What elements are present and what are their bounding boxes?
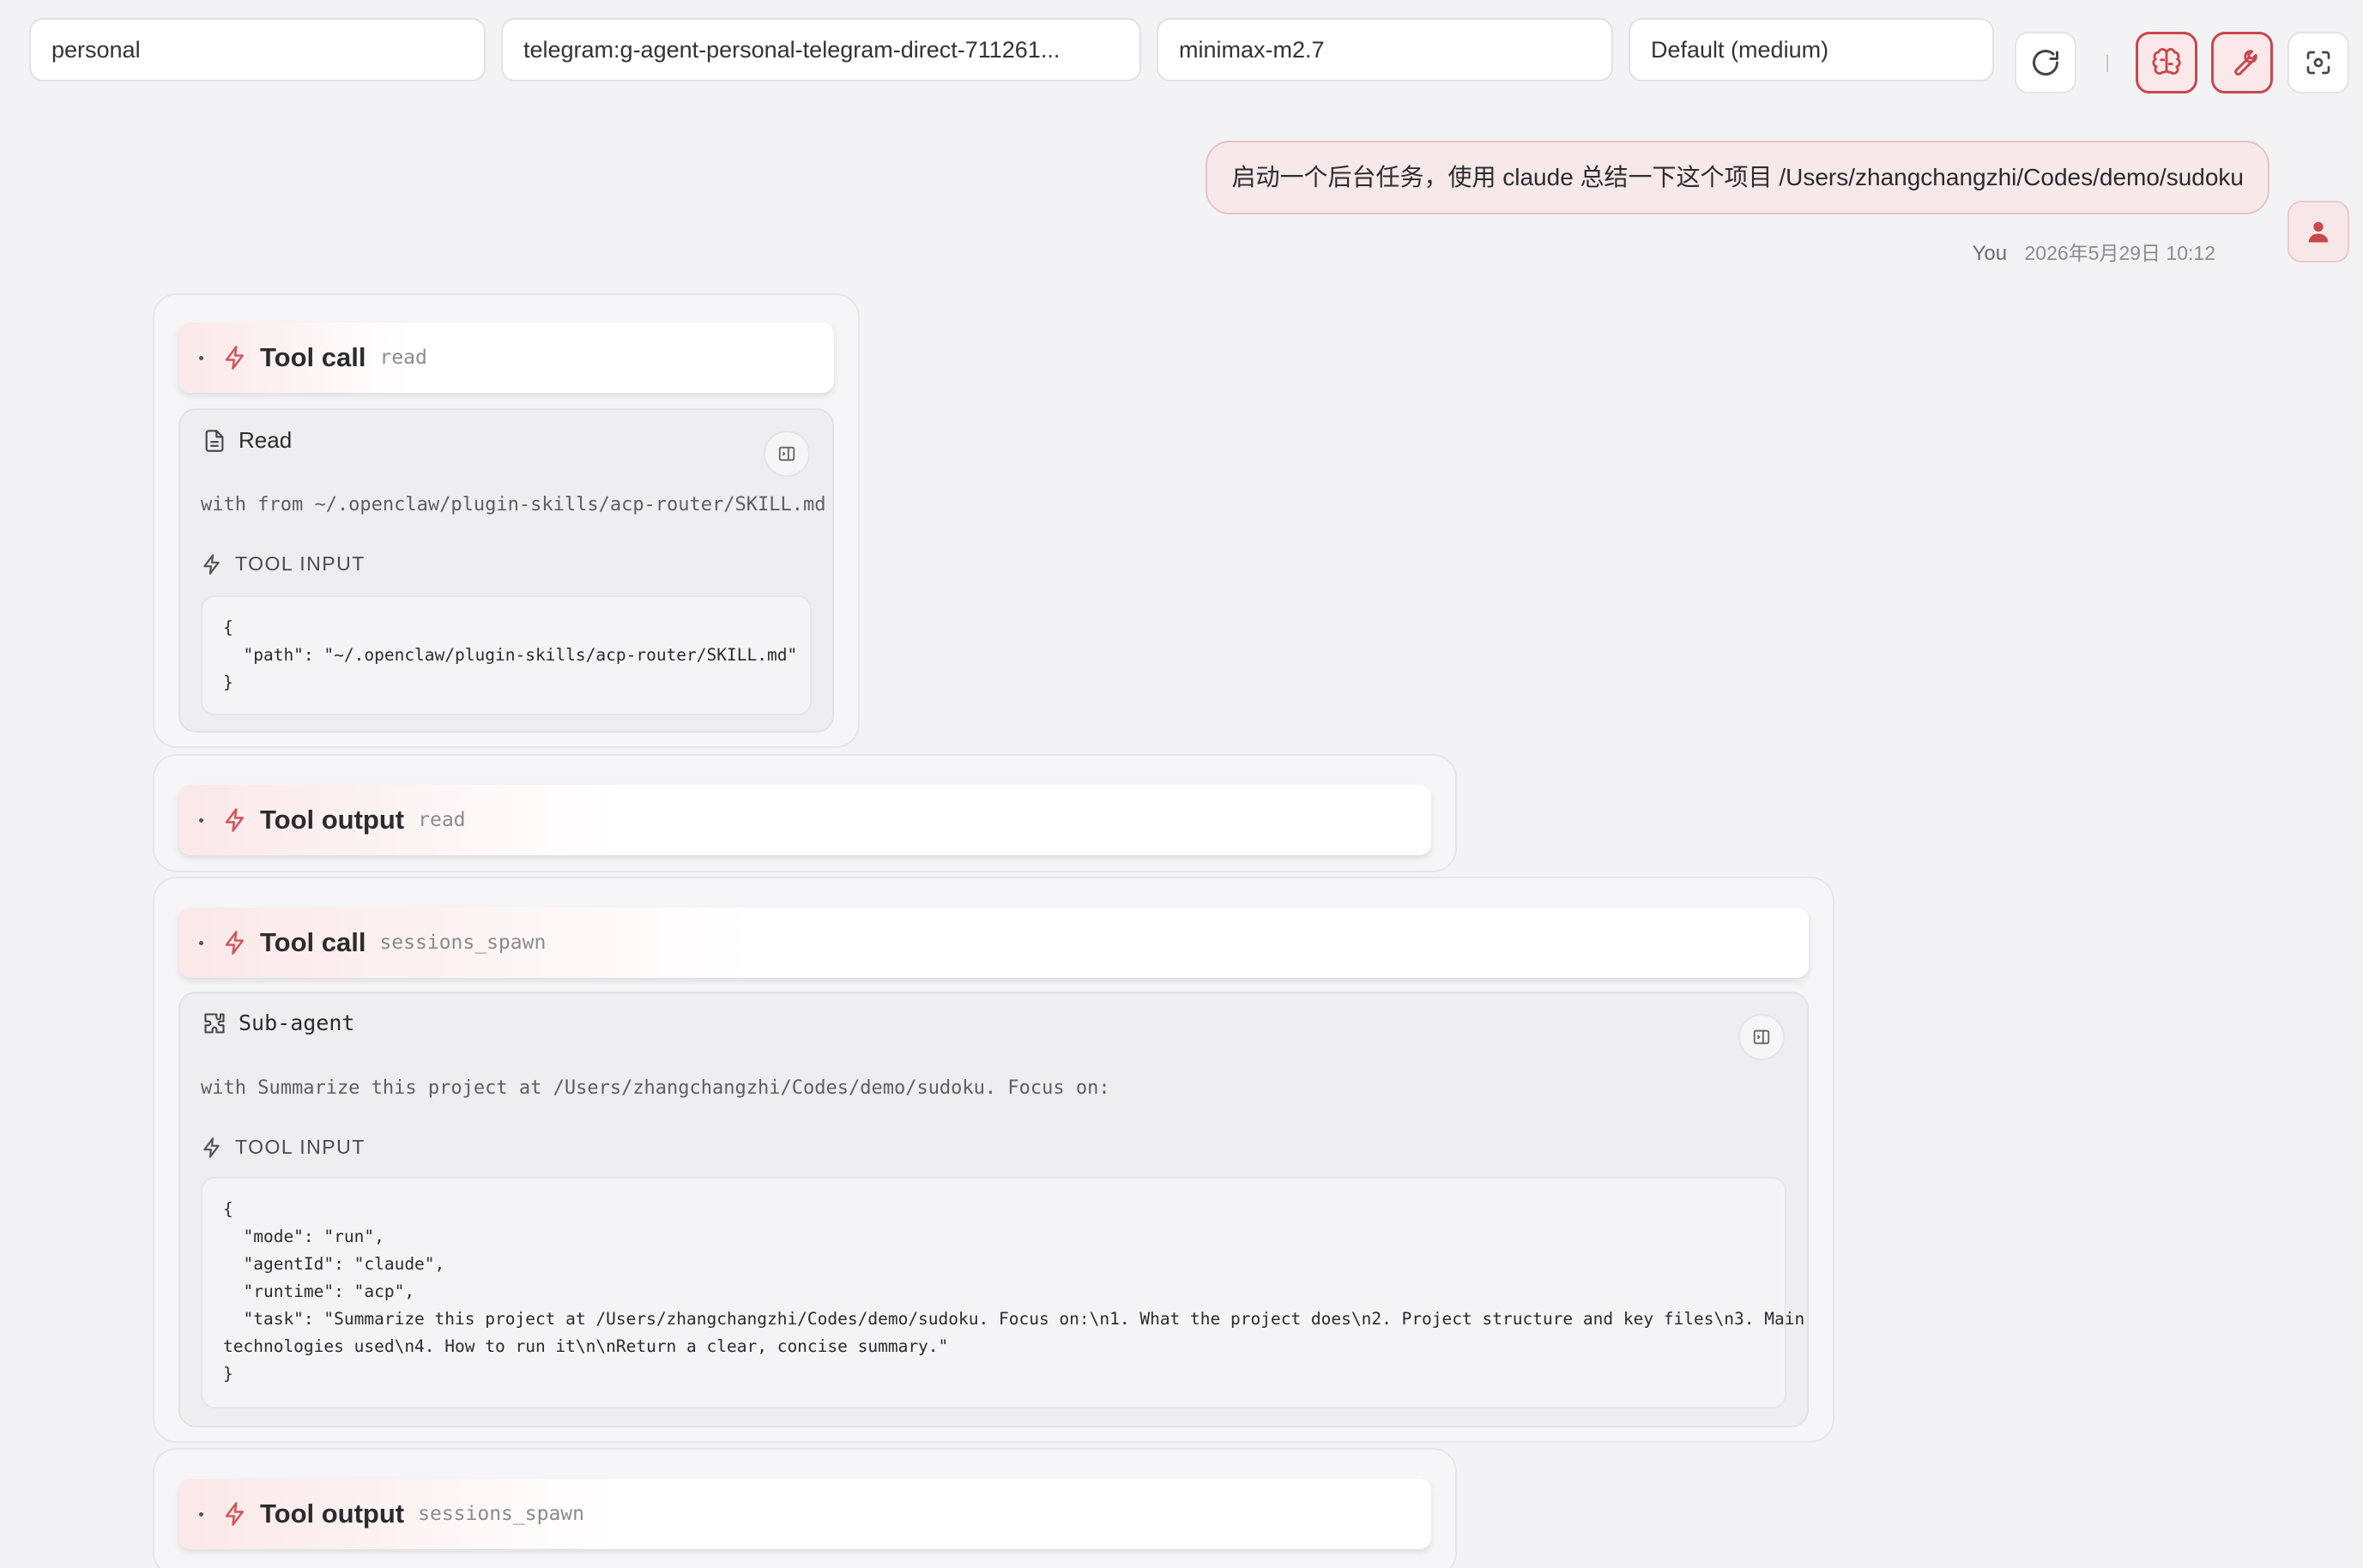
refresh-button[interactable] bbox=[2015, 32, 2076, 93]
thinking-level-select[interactable]: Default (medium) bbox=[1629, 18, 1994, 81]
user-message-bubble: 启动一个后台任务，使用 claude 总结一下这个项目 /Users/zhang… bbox=[1206, 141, 2269, 214]
sidebar-expand-icon bbox=[778, 446, 795, 461]
toolbar-divider bbox=[2106, 55, 2108, 72]
tool-name: sessions_spawn bbox=[379, 932, 547, 954]
tool-output-group-sessions-spawn: Tool output sessions_spawn bbox=[153, 1448, 1457, 1568]
tool-details-label: Sub-agent bbox=[239, 1010, 355, 1035]
tool-details-header: Sub-agent bbox=[202, 1010, 354, 1035]
tool-output-header[interactable]: Tool output sessions_spawn bbox=[178, 1479, 1431, 1549]
tool-call-group-sessions-spawn: Tool call sessions_spawn Sub-agent with … bbox=[153, 877, 1834, 1443]
thinking-toggle-button[interactable] bbox=[2136, 32, 2197, 93]
refresh-icon bbox=[2033, 50, 2058, 76]
tool-input-code: { "mode": "run", "agentId": "claude", "r… bbox=[201, 1177, 1804, 1408]
tool-details-header: Read bbox=[202, 427, 292, 454]
tool-summary: with Summarize this project at /Users/zh… bbox=[201, 1077, 1110, 1099]
sidebar-expand-icon bbox=[1753, 1029, 1770, 1045]
tool-input-label: TOOL INPUT bbox=[235, 552, 366, 575]
tool-call-group-read: Tool call read Read with from ~/.opencla… bbox=[153, 293, 860, 748]
tool-input-header: TOOL INPUT bbox=[201, 552, 366, 576]
tool-output-title: Tool output bbox=[260, 805, 405, 835]
open-in-sidebar-button[interactable] bbox=[764, 431, 810, 477]
collapse-toggle-icon bbox=[199, 355, 203, 360]
lightning-icon bbox=[222, 345, 248, 371]
collapse-toggle-icon bbox=[199, 1511, 203, 1517]
puzzle-icon bbox=[204, 1012, 225, 1034]
collapse-toggle-icon bbox=[199, 940, 203, 945]
lightning-icon bbox=[222, 1501, 248, 1527]
tool-name: read bbox=[379, 347, 427, 369]
model-select-value: minimax-m2.7 bbox=[1179, 37, 1325, 63]
lightning-icon bbox=[222, 807, 248, 833]
file-icon bbox=[205, 429, 224, 452]
tool-details-label: Read bbox=[239, 427, 293, 453]
user-icon bbox=[2308, 221, 2329, 243]
tool-call-header[interactable]: Tool call read bbox=[178, 323, 834, 393]
focus-mode-button[interactable] bbox=[2287, 32, 2349, 93]
message-author: You bbox=[1972, 242, 2008, 265]
open-in-sidebar-button[interactable] bbox=[1738, 1014, 1785, 1060]
user-message-meta: You 2026年5月29日 10:12 bbox=[1973, 237, 2215, 266]
tool-call-details: Sub-agent with Summarize this project at… bbox=[178, 992, 1809, 1427]
user-avatar bbox=[2287, 201, 2349, 262]
tool-summary: with from ~/.openclaw/plugin-skills/acp-… bbox=[201, 494, 826, 516]
wrench-icon bbox=[2234, 50, 2257, 76]
message-timestamp: 2026年5月29日 10:12 bbox=[2024, 242, 2216, 264]
tool-call-header[interactable]: Tool call sessions_spawn bbox=[178, 908, 1809, 978]
lightning-icon bbox=[203, 1137, 220, 1158]
tool-input-code: { "path": "~/.openclaw/plugin-skills/acp… bbox=[201, 595, 812, 715]
tool-output-header[interactable]: Tool output read bbox=[178, 785, 1431, 855]
collapse-toggle-icon bbox=[199, 817, 203, 823]
tool-output-title: Tool output bbox=[260, 1499, 405, 1529]
tool-output-group-read: Tool output read bbox=[153, 754, 1457, 872]
model-select[interactable]: minimax-m2.7 bbox=[1157, 18, 1613, 81]
tool-call-title: Tool call bbox=[260, 342, 366, 372]
session-select-value: telegram:g-agent-personal-telegram-direc… bbox=[523, 37, 1061, 63]
focus-icon bbox=[2306, 51, 2330, 75]
tool-call-title: Tool call bbox=[260, 927, 366, 957]
tool-name: sessions_spawn bbox=[418, 1503, 584, 1525]
tool-input-label: TOOL INPUT bbox=[235, 1136, 366, 1158]
user-message-text: 启动一个后台任务，使用 claude 总结一下这个项目 /Users/zhang… bbox=[1231, 164, 2244, 190]
agent-select[interactable]: personal bbox=[29, 18, 486, 81]
lightning-icon bbox=[222, 930, 248, 956]
tool-input-header: TOOL INPUT bbox=[201, 1136, 366, 1159]
chat-toolbar: personal telegram:g-agent-personal-teleg… bbox=[0, 0, 2363, 112]
brain-icon bbox=[2152, 48, 2181, 75]
thinking-level-select-value: Default (medium) bbox=[1651, 37, 1829, 63]
tools-toggle-button[interactable] bbox=[2211, 32, 2273, 93]
lightning-icon bbox=[203, 553, 220, 575]
session-select[interactable]: telegram:g-agent-personal-telegram-direc… bbox=[501, 18, 1141, 81]
agent-select-value: personal bbox=[51, 37, 141, 63]
tool-call-details: Read with from ~/.openclaw/plugin-skills… bbox=[178, 408, 834, 733]
tool-name: read bbox=[418, 809, 466, 831]
